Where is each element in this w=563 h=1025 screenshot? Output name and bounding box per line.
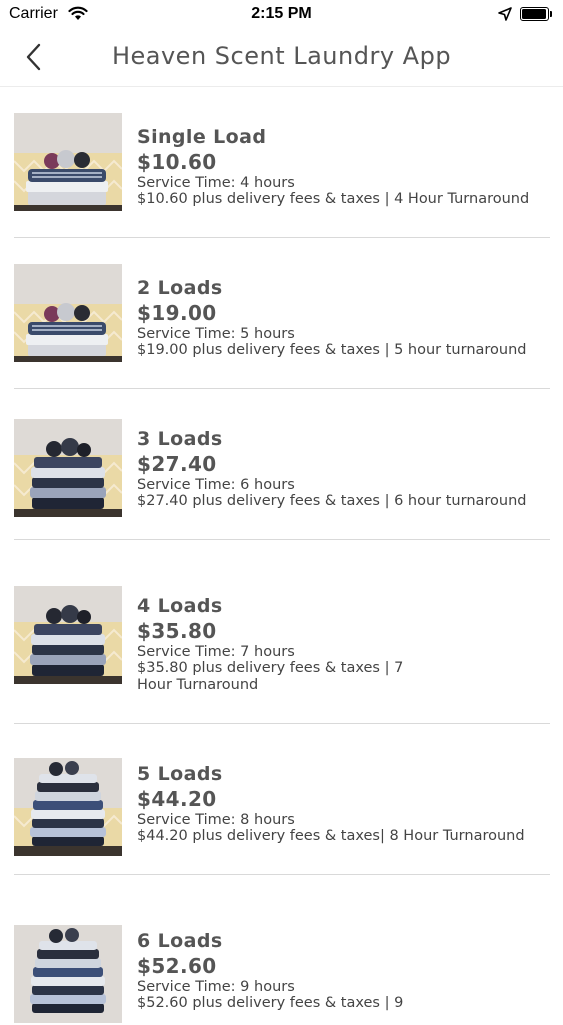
- item-service-time: Service Time: 5 hours: [137, 326, 295, 342]
- item-name: 4 Loads: [137, 595, 223, 617]
- item-service-time: Service Time: 6 hours: [137, 477, 295, 493]
- item-price: $27.40: [137, 452, 217, 476]
- item-service-time: Service Time: 9 hours: [137, 979, 295, 995]
- item-service-time: Service Time: 8 hours: [137, 812, 295, 828]
- item-info: 4 Loads $35.80 Service Time: 7 hours $35…: [137, 594, 427, 694]
- status-bar: Carrier 2:15 PM: [0, 0, 563, 30]
- item-name: Single Load: [137, 126, 267, 148]
- laundry-stack-thumbnail: [14, 758, 122, 856]
- item-price: $52.60: [137, 954, 217, 978]
- item-info: Single Load $10.60 Service Time: 4 hours…: [137, 125, 547, 208]
- list-item-6-loads[interactable]: 6 Loads $52.60 Service Time: 9 hours $52…: [14, 875, 550, 1025]
- laundry-stack-thumbnail: [14, 586, 122, 684]
- item-info: 2 Loads $19.00 Service Time: 5 hours $19…: [137, 276, 547, 359]
- item-service-time: Service Time: 4 hours: [137, 175, 295, 191]
- item-name: 6 Loads: [137, 930, 223, 952]
- item-description: $27.40 plus delivery fees & taxes | 6 ho…: [137, 493, 527, 509]
- item-info: 3 Loads $27.40 Service Time: 6 hours $27…: [137, 427, 547, 510]
- laundry-stack-thumbnail: [14, 925, 122, 1023]
- load-options-list: Single Load $10.60 Service Time: 4 hours…: [0, 87, 563, 1025]
- list-item-single-load[interactable]: Single Load $10.60 Service Time: 4 hours…: [14, 87, 550, 238]
- item-description: $52.60 plus delivery fees & taxes | 9: [137, 995, 404, 1011]
- item-description: $10.60 plus delivery fees & taxes | 4 Ho…: [137, 191, 530, 207]
- item-description: $19.00 plus delivery fees & taxes | 5 ho…: [137, 342, 527, 358]
- item-description: $35.80 plus delivery fees & taxes | 7 Ho…: [137, 660, 404, 693]
- item-name: 2 Loads: [137, 277, 223, 299]
- page-title: Heaven Scent Laundry App: [111, 42, 452, 70]
- item-name: 3 Loads: [137, 428, 223, 450]
- location-arrow-icon: [498, 7, 512, 21]
- list-item-3-loads[interactable]: 3 Loads $27.40 Service Time: 6 hours $27…: [14, 389, 550, 540]
- item-price: $19.00: [137, 301, 217, 325]
- item-price: $44.20: [137, 787, 217, 811]
- item-price: $10.60: [137, 150, 217, 174]
- laundry-stack-thumbnail: [14, 419, 122, 517]
- battery-icon: [520, 7, 552, 21]
- status-time: 2:15 PM: [251, 5, 312, 22]
- laundry-stack-thumbnail: [14, 264, 122, 362]
- list-item-4-loads[interactable]: 4 Loads $35.80 Service Time: 7 hours $35…: [14, 540, 550, 724]
- item-description: $44.20 plus delivery fees & taxes| 8 Hou…: [137, 828, 525, 844]
- item-price: $35.80: [137, 619, 217, 643]
- list-item-2-loads[interactable]: 2 Loads $19.00 Service Time: 5 hours $19…: [14, 238, 550, 389]
- list-item-5-loads[interactable]: 5 Loads $44.20 Service Time: 8 hours $44…: [14, 724, 550, 875]
- navigation-bar: Heaven Scent Laundry App: [0, 30, 563, 87]
- laundry-stack-thumbnail: [14, 113, 122, 211]
- item-service-time: Service Time: 7 hours: [137, 644, 295, 660]
- item-info: 5 Loads $44.20 Service Time: 8 hours $44…: [137, 762, 547, 845]
- item-name: 5 Loads: [137, 763, 223, 785]
